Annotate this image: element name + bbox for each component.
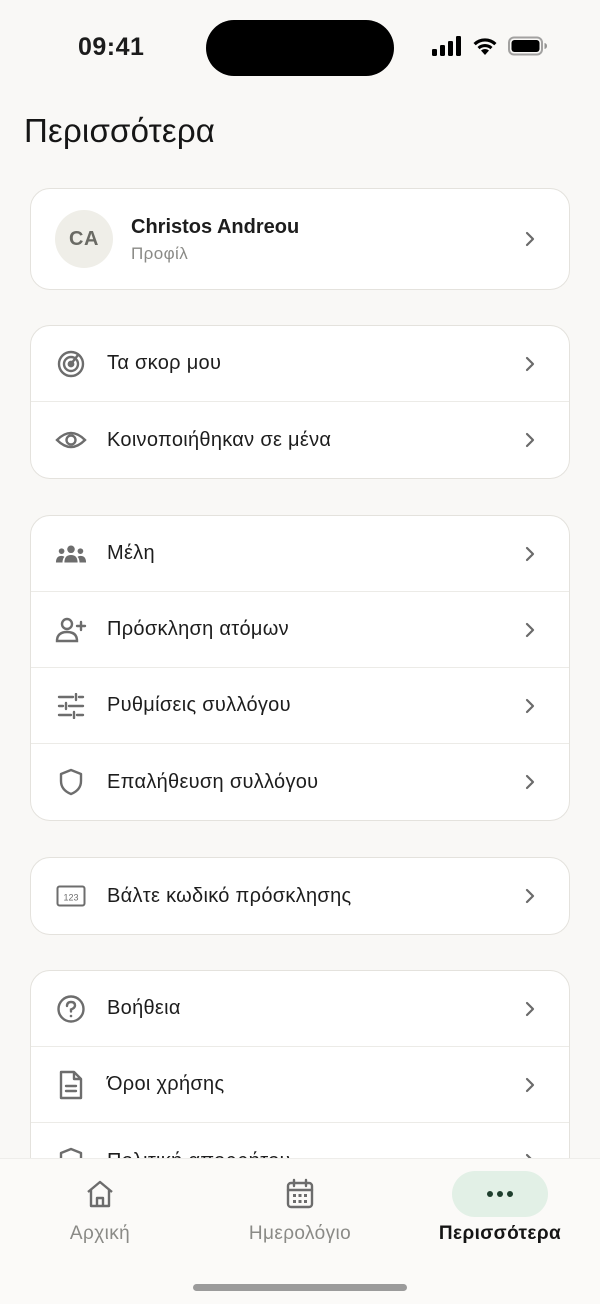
chevron-right-icon xyxy=(525,888,535,904)
menu-item-club-verification[interactable]: Επαλήθευση συλλόγου xyxy=(31,744,569,820)
menu-item-enter-invite-code[interactable]: 123 Βάλτε κωδικό πρόσκλησης xyxy=(31,858,569,934)
tab-calendar[interactable]: Ημερολόγιο xyxy=(200,1159,400,1259)
dynamic-island xyxy=(206,20,394,76)
menu-item-label: Κοινοποιήθηκαν σε μένα xyxy=(107,428,332,451)
keypad-123-icon: 123 xyxy=(55,880,87,912)
chevron-right-icon xyxy=(525,432,535,448)
battery-icon xyxy=(508,36,547,56)
svg-text:123: 123 xyxy=(63,893,78,903)
page-title: Περισσότερα xyxy=(24,112,216,149)
more-dots-icon xyxy=(452,1171,548,1217)
help-circle-icon xyxy=(55,993,87,1025)
profile-card[interactable]: CA Christos Andreou Προφίλ xyxy=(30,188,570,290)
status-icons xyxy=(432,36,548,56)
sliders-icon xyxy=(55,690,87,722)
tab-label: Αρχική xyxy=(69,1223,131,1244)
chevron-right-icon xyxy=(525,1077,535,1092)
menu-item-my-scores[interactable]: Τα σκορ μου xyxy=(31,326,569,402)
menu-item-terms[interactable]: Όροι χρήσης xyxy=(31,1047,569,1123)
scores-section: Τα σκορ μου Κοινοποιήθηκαν σε μένα xyxy=(30,325,570,479)
tab-label: Ημερολόγιο xyxy=(248,1223,352,1244)
menu-item-label: Μέλη xyxy=(107,542,155,564)
chevron-right-icon xyxy=(525,698,535,713)
chevron-right-icon xyxy=(525,1001,535,1016)
chevron-right-icon xyxy=(525,546,535,561)
menu-item-shared-with-me[interactable]: Κοινοποιήθηκαν σε μένα xyxy=(31,402,569,478)
tab-bar: Αρχική Ημερολόγιο Περισσότερα xyxy=(0,1158,600,1304)
chevron-right-icon xyxy=(525,356,535,371)
menu-item-invite-people[interactable]: Πρόσκληση ατόμων xyxy=(31,592,569,668)
calendar-icon xyxy=(252,1171,348,1217)
document-icon xyxy=(55,1069,87,1101)
menu-item-label: Βοήθεια xyxy=(107,997,181,1019)
status-bar: 09:41 xyxy=(0,0,600,96)
profile-row[interactable]: CA Christos Andreou Προφίλ xyxy=(31,189,569,289)
menu-item-members[interactable]: Μέλη xyxy=(31,516,569,592)
club-section: Μέλη Πρόσκληση ατόμων Ρυθμίσεις συλλόγου… xyxy=(30,515,570,821)
chevron-right-icon xyxy=(525,231,535,247)
home-icon xyxy=(52,1171,148,1217)
menu-item-label: Πρόσκληση ατόμων xyxy=(107,618,289,640)
group-icon xyxy=(55,538,87,570)
chevron-right-icon xyxy=(525,774,535,790)
eye-icon xyxy=(55,424,87,456)
menu-item-help[interactable]: Βοήθεια xyxy=(31,971,569,1047)
tab-more[interactable]: Περισσότερα xyxy=(400,1159,600,1259)
menu-item-label: Ρυθμίσεις συλλόγου xyxy=(107,694,291,716)
menu-item-club-settings[interactable]: Ρυθμίσεις συλλόγου xyxy=(31,668,569,744)
home-indicator xyxy=(193,1284,407,1291)
menu-item-label: Βάλτε κωδικό πρόσκλησης xyxy=(107,884,352,907)
menu-item-label: Όροι χρήσης xyxy=(107,1073,225,1095)
wifi-icon xyxy=(473,38,497,55)
status-time: 09:41 xyxy=(78,33,145,61)
cellular-signal-icon xyxy=(432,36,461,56)
menu-item-label: Τα σκορ μου xyxy=(107,352,222,374)
tab-home[interactable]: Αρχική xyxy=(0,1159,200,1259)
invite-code-section: 123 Βάλτε κωδικό πρόσκλησης xyxy=(30,857,570,935)
avatar: CA xyxy=(55,210,113,268)
tab-label: Περισσότερα xyxy=(438,1223,562,1244)
shield-icon xyxy=(55,766,87,798)
chevron-right-icon xyxy=(525,622,535,637)
add-person-icon xyxy=(55,614,87,646)
menu-item-label: Επαλήθευση συλλόγου xyxy=(107,770,319,793)
profile-name: Christos Andreou xyxy=(131,216,300,238)
profile-subtitle: Προφίλ xyxy=(131,244,189,263)
target-icon xyxy=(55,348,87,380)
